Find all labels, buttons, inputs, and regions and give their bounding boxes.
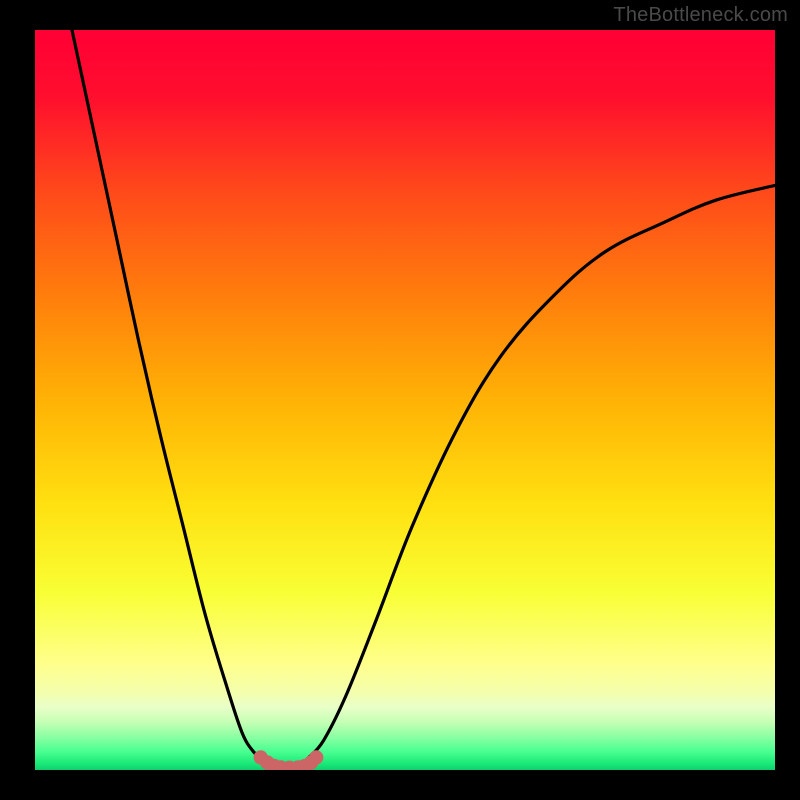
watermark-text: TheBottleneck.com xyxy=(613,4,788,27)
chart-stage: TheBottleneck.com xyxy=(0,0,800,800)
valley-dot xyxy=(309,750,323,764)
bottleneck-chart xyxy=(35,30,775,770)
plot-background xyxy=(35,30,775,770)
